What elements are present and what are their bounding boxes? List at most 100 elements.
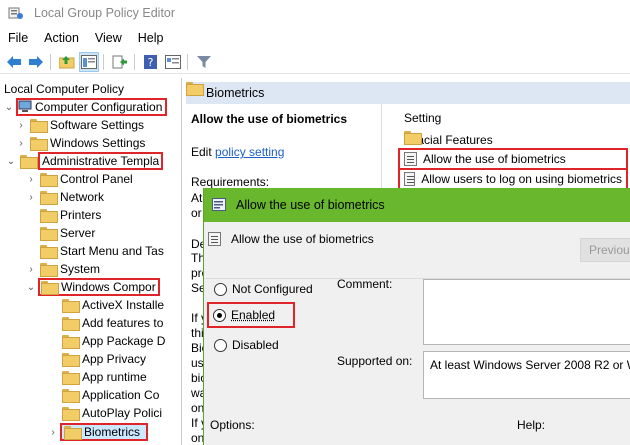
tree-label: AutoPlay Polici	[82, 406, 163, 420]
folder-icon	[40, 245, 58, 259]
policy-setting-icon	[404, 172, 416, 186]
setting-row-facial-features[interactable]: Facial Features	[404, 131, 493, 149]
tree-label: Start Menu and Tas	[60, 244, 164, 258]
folder-icon	[30, 119, 48, 133]
folder-icon	[41, 281, 59, 295]
toolbar-separator	[103, 53, 104, 70]
tree-item-start-menu[interactable]: Start Menu and Tas	[26, 242, 164, 260]
tree-label: Windows Settings	[50, 136, 146, 150]
radio-enabled[interactable]: Enabled	[206, 302, 296, 328]
tree-label: Computer Configuration	[35, 100, 163, 114]
toolbar-separator	[50, 53, 51, 70]
chevron-down-icon[interactable]: ⌄	[4, 102, 14, 113]
show-hide-tree-icon[interactable]	[79, 51, 99, 72]
tree-item-administrative-templates[interactable]: ⌄ Administrative Templa	[4, 152, 164, 170]
details-header: Biometrics	[186, 82, 630, 104]
folder-icon	[40, 227, 58, 241]
dialog-title-bar[interactable]: Allow the use of biometrics	[204, 188, 630, 222]
setting-label: Facial Features	[410, 133, 493, 147]
chevron-right-icon[interactable]: ›	[16, 138, 26, 149]
menu-view[interactable]: View	[87, 31, 130, 45]
folder-icon	[40, 263, 58, 277]
previous-setting-button[interactable]: Previous	[580, 238, 630, 262]
tree-item-server[interactable]: Server	[26, 224, 95, 242]
properties-icon[interactable]	[163, 52, 183, 72]
menu-file[interactable]: File	[0, 31, 36, 45]
back-icon[interactable]	[4, 52, 24, 72]
help-label: Help:	[517, 418, 546, 432]
console-tree: Local Computer Policy ⌄ Computer Configu…	[0, 78, 182, 445]
export-icon[interactable]	[110, 52, 130, 72]
setting-row-allow-biometrics[interactable]: Allow the use of biometrics	[398, 148, 628, 170]
radio-not-configured[interactable]: Not Configured	[214, 282, 313, 296]
folder-icon	[62, 317, 80, 331]
tree-item-windows-settings[interactable]: › Windows Settings	[16, 134, 145, 152]
tree-item-network[interactable]: › Network	[26, 188, 104, 206]
dialog-heading-row: Allow the use of biometrics	[208, 232, 374, 246]
chevron-right-icon[interactable]: ›	[26, 264, 36, 275]
comment-label: Comment:	[337, 277, 393, 291]
tree-item-application-compat[interactable]: Application Co	[48, 386, 159, 404]
tree-root[interactable]: Local Computer Policy	[4, 80, 124, 98]
chevron-right-icon[interactable]: ›	[26, 174, 36, 185]
tree-item-activex[interactable]: ActiveX Installe	[48, 296, 164, 314]
comment-textarea[interactable]	[423, 279, 630, 345]
options-label: Options:	[210, 418, 255, 432]
radio-label: Enabled	[231, 308, 276, 322]
title-bar: Local Group Policy Editor	[0, 0, 630, 26]
setting-column-header[interactable]: Setting	[404, 111, 441, 125]
tree-item-system[interactable]: › System	[26, 260, 100, 278]
edit-prefix: Edit	[191, 145, 212, 159]
radio-button[interactable]	[214, 338, 227, 352]
folder-icon	[62, 335, 80, 349]
tree-item-biometrics[interactable]: › Biometrics	[48, 423, 149, 441]
toolbar-separator	[187, 53, 188, 70]
menu-help[interactable]: Help	[130, 31, 172, 45]
up-folder-icon[interactable]	[57, 52, 77, 72]
filter-icon[interactable]	[194, 52, 214, 72]
menu-action[interactable]: Action	[36, 31, 87, 45]
forward-icon[interactable]	[26, 52, 46, 72]
tree-label: Software Settings	[50, 118, 145, 132]
tree-item-app-privacy[interactable]: App Privacy	[48, 350, 146, 368]
folder-icon	[30, 137, 48, 151]
settings-list: Setting Facial Features Allow the use of…	[396, 104, 630, 194]
folder-icon	[62, 299, 80, 313]
setting-row-allow-logon-biometrics[interactable]: Allow users to log on using biometrics	[398, 168, 628, 190]
radio-button-selected[interactable]	[213, 308, 226, 322]
tree-label: Server	[60, 226, 96, 240]
radio-disabled[interactable]: Disabled	[214, 338, 279, 352]
help-icon[interactable]: ?	[141, 52, 161, 72]
folder-icon	[62, 353, 80, 367]
policy-setting-link[interactable]: policy setting	[215, 145, 284, 159]
tree-item-control-panel[interactable]: › Control Panel	[26, 170, 133, 188]
tree-item-add-features[interactable]: Add features to	[48, 314, 163, 332]
radio-button[interactable]	[214, 282, 227, 296]
dialog-heading: Allow the use of biometrics	[231, 232, 374, 246]
setting-label: Allow users to log on using biometrics	[421, 172, 622, 186]
supported-on-value: At least Windows Server 2008 R2 or Win	[430, 358, 630, 372]
tree-item-printers[interactable]: Printers	[26, 206, 101, 224]
chevron-right-icon[interactable]: ›	[26, 192, 36, 203]
chevron-right-icon[interactable]: ›	[16, 120, 26, 131]
tree-item-windows-components[interactable]: ⌄ Windows Compor	[26, 278, 160, 296]
group-policy-app-icon	[8, 7, 23, 19]
chevron-right-icon[interactable]: ›	[48, 427, 58, 438]
tree-item-autoplay[interactable]: AutoPlay Polici	[48, 404, 162, 422]
tree-item-computer-configuration[interactable]: ⌄ Computer Configuration	[4, 98, 168, 116]
tree-item-app-package[interactable]: App Package D	[48, 332, 165, 350]
desc-fragment: thi	[191, 326, 204, 340]
desc-fragment: us	[191, 356, 204, 370]
chevron-down-icon[interactable]: ⌄	[26, 282, 36, 293]
desc-fragment: or	[191, 206, 202, 220]
chevron-down-icon[interactable]: ⌄	[6, 156, 16, 167]
policy-dialog: Allow the use of biometrics Allow the us…	[203, 188, 630, 445]
setting-label: Allow the use of biometrics	[423, 152, 566, 166]
tree-item-software-settings[interactable]: › Software Settings	[16, 116, 144, 134]
dialog-title: Allow the use of biometrics	[236, 198, 385, 212]
radio-label: Disabled	[232, 338, 279, 352]
tree-item-app-runtime[interactable]: App runtime	[48, 368, 147, 386]
description-title: Allow the use of biometrics	[191, 112, 348, 126]
window-title: Local Group Policy Editor	[34, 6, 176, 20]
tree-label: ActiveX Installe	[82, 298, 165, 312]
